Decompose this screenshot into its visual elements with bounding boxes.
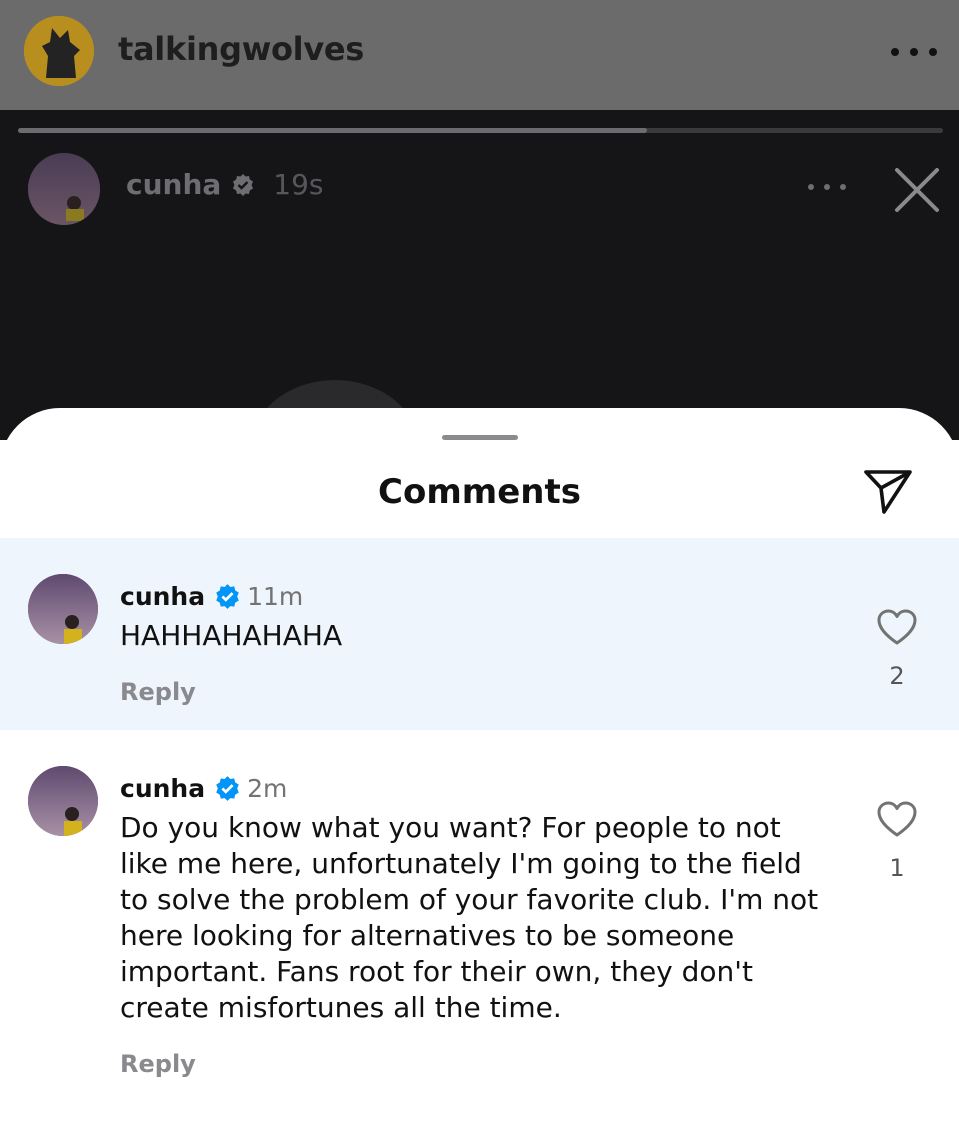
reply-button[interactable]: Reply	[120, 1050, 196, 1078]
comment-header: cunha 2m	[120, 774, 287, 803]
comments-sheet: Comments cunha 11m HAHHAHAHAHA Reply 2 c…	[0, 408, 959, 1126]
story-more-icon[interactable]	[808, 180, 846, 194]
story-username[interactable]: cunha	[126, 168, 221, 201]
verified-badge-icon	[233, 173, 254, 196]
paper-plane-icon[interactable]	[862, 466, 914, 516]
sheet-title: Comments	[378, 472, 581, 512]
comment-text: Do you know what you want? For people to…	[120, 811, 819, 1024]
top-bar: talkingwolves	[0, 0, 959, 110]
more-options-icon[interactable]	[891, 32, 937, 72]
comment-timestamp: 11m	[247, 582, 304, 611]
profile-photo-icon	[28, 153, 100, 225]
story-viewer: cunha 19s	[0, 110, 959, 440]
verified-badge-icon	[216, 776, 239, 801]
comment-timestamp: 2m	[247, 774, 288, 803]
story-timestamp: 19s	[273, 168, 324, 201]
profile-photo-icon	[28, 766, 98, 836]
profile-photo-icon	[28, 574, 98, 644]
like-count: 2	[889, 662, 905, 690]
comment-username[interactable]: cunha	[120, 774, 205, 803]
story-progress-bar	[18, 128, 943, 133]
comment-item: cunha 11m HAHHAHAHAHA Reply 2	[0, 538, 959, 730]
sheet-drag-handle[interactable]	[442, 435, 518, 440]
verified-badge-icon	[216, 584, 239, 609]
comment-item: cunha 2m Do you know what you want? For …	[0, 730, 959, 1126]
story-progress-fill	[18, 128, 647, 133]
comment-header: cunha 11m	[120, 582, 303, 611]
like-count: 1	[889, 854, 905, 882]
account-name[interactable]: talkingwolves	[118, 30, 364, 68]
heart-icon[interactable]	[876, 800, 918, 838]
reply-button[interactable]: Reply	[120, 678, 196, 706]
wolf-logo-icon	[24, 16, 94, 86]
commenter-avatar[interactable]	[28, 766, 98, 836]
commenter-avatar[interactable]	[28, 574, 98, 644]
comment-username[interactable]: cunha	[120, 582, 205, 611]
story-user-info: cunha 19s	[126, 168, 324, 201]
story-avatar[interactable]	[28, 153, 100, 225]
close-icon[interactable]	[892, 165, 942, 215]
heart-icon[interactable]	[876, 608, 918, 646]
comment-text: HAHHAHAHAHA	[120, 619, 343, 652]
account-avatar[interactable]	[24, 16, 94, 86]
